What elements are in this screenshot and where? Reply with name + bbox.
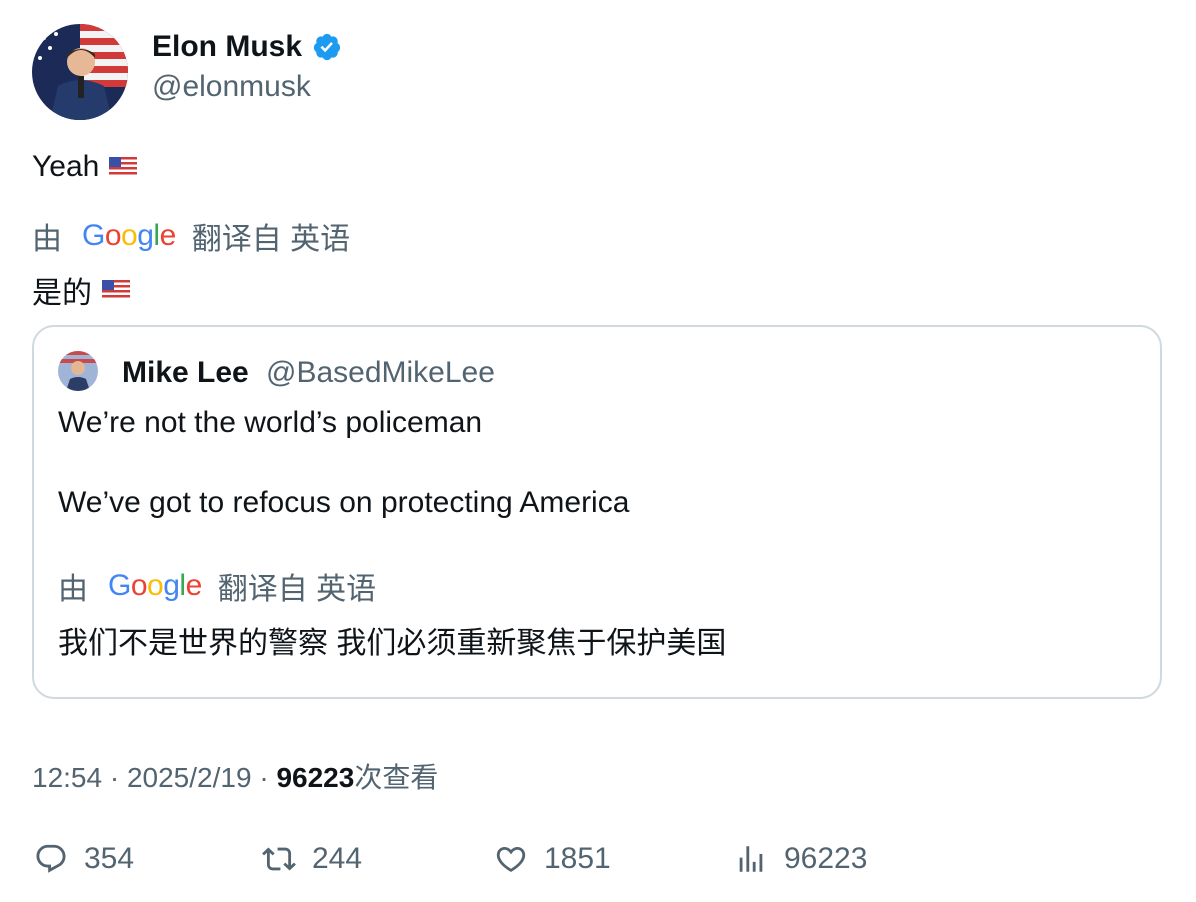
tweet-date[interactable]: 2025/2/19 — [127, 762, 252, 793]
quote-translation-attribution[interactable]: 由 Google 翻译自 英语 — [58, 564, 376, 608]
views-button[interactable]: 96223 — [734, 842, 867, 876]
views-count: 96223 — [276, 762, 355, 793]
google-logo: Google — [82, 219, 176, 252]
author-avatar[interactable] — [32, 24, 128, 120]
views-action-count: 96223 — [784, 842, 868, 875]
quote-text-line-1: We’re not the world’s policeman — [58, 406, 483, 439]
verified-badge-icon — [313, 33, 341, 61]
google-logo: Google — [108, 569, 202, 602]
retweet-icon — [262, 847, 296, 871]
translation-attribution[interactable]: 由 Google 翻译自 英语 — [32, 214, 350, 258]
quote-author-name[interactable]: Mike Lee — [122, 356, 249, 390]
quote-author-handle[interactable]: @BasedMikeLee — [266, 356, 495, 390]
quote-translation: 我们不是世界的警察 我们必须重新聚焦于保护美国 — [58, 627, 727, 660]
reply-button[interactable]: 354 — [34, 842, 134, 876]
meta-separator: · — [102, 762, 127, 793]
quote-text-line-2: We’ve got to refocus on protecting Ameri… — [58, 486, 630, 519]
heart-icon — [496, 846, 526, 872]
author-handle[interactable]: @elonmusk — [152, 70, 311, 104]
views-label: 次查看 — [354, 762, 439, 793]
like-button[interactable]: 1851 — [494, 842, 611, 876]
quote-author-avatar[interactable] — [58, 351, 98, 391]
tweet-translation-content: 是的 — [32, 277, 92, 310]
author-name-text[interactable]: Elon Musk — [152, 30, 302, 64]
tweet-text: Yeah — [32, 150, 138, 184]
meta-separator: · — [251, 762, 277, 793]
tweet-time[interactable]: 12:54 — [32, 762, 102, 793]
translation-by-label: 由 — [32, 223, 62, 256]
like-count: 1851 — [544, 842, 611, 875]
reply-icon — [36, 844, 66, 873]
author-name[interactable]: Elon Musk — [152, 30, 342, 64]
reply-count: 354 — [84, 842, 135, 875]
translation-by-label: 由 — [58, 573, 88, 606]
us-flag-icon — [109, 157, 138, 177]
analytics-icon — [739, 846, 763, 872]
tweet-text-content: Yeah — [32, 150, 100, 183]
tweet-meta: 12:54 · 2025/2/19 · 96223次查看 — [32, 756, 438, 796]
tweet-translation: 是的 — [32, 268, 130, 312]
translated-from-label: 翻译自 英语 — [217, 573, 377, 606]
retweet-count: 244 — [312, 842, 363, 875]
retweet-button[interactable]: 244 — [262, 842, 362, 876]
translated-from-label: 翻译自 英语 — [191, 223, 351, 256]
us-flag-icon — [102, 280, 130, 300]
